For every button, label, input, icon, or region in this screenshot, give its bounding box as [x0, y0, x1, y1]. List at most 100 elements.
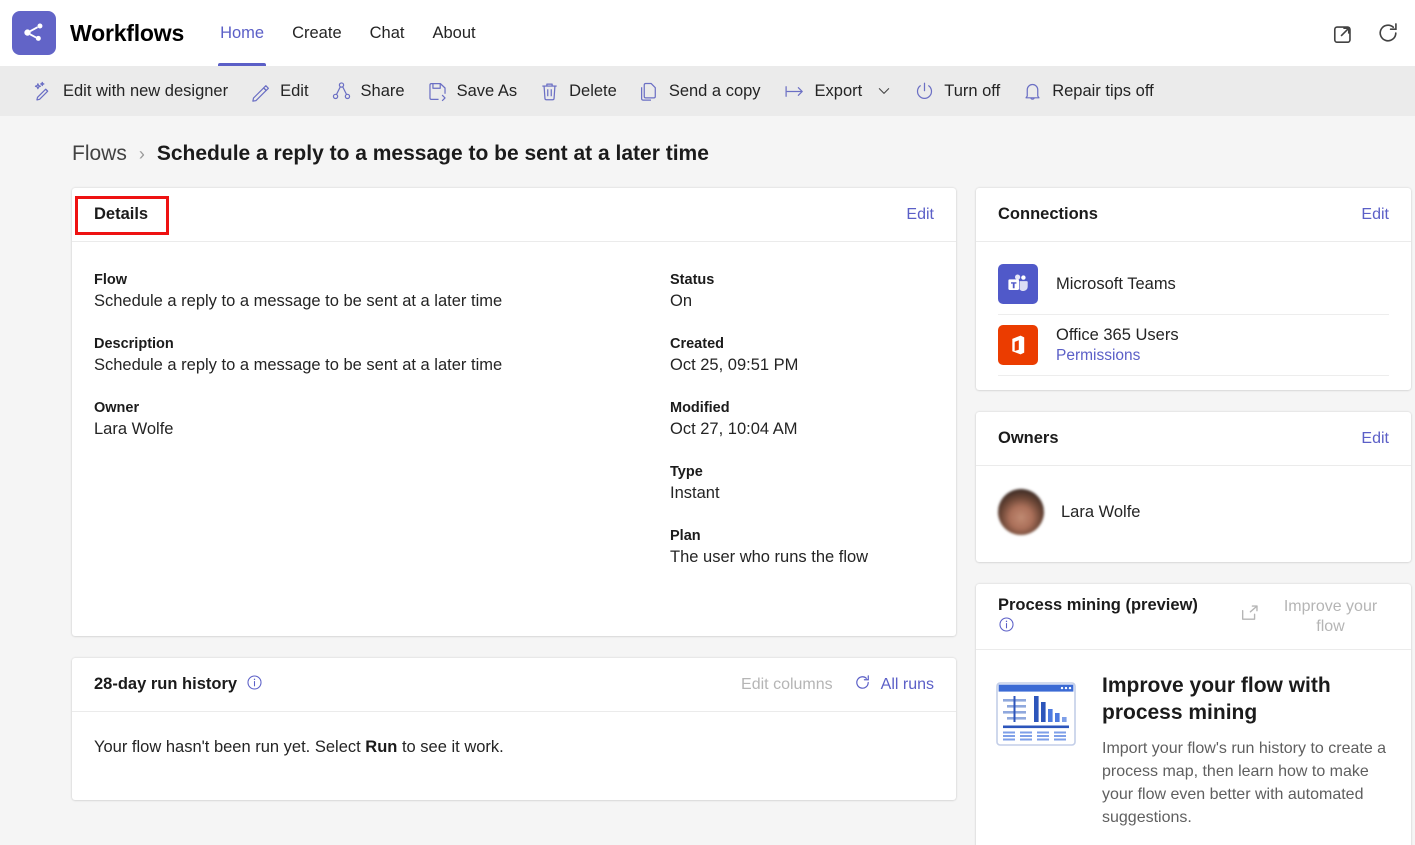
owners-card-title: Owners: [998, 429, 1059, 447]
field-value: Oct 27, 10:04 AM: [670, 420, 798, 438]
field-plan: Plan The user who runs the flow: [670, 528, 934, 567]
workflow-share-nodes-icon: [12, 11, 56, 55]
process-mining-card-title: Process mining (preview): [998, 596, 1198, 615]
field-label: Plan: [670, 528, 701, 544]
export-button[interactable]: Export: [772, 66, 904, 116]
empty-text-suffix: to see it work.: [397, 738, 504, 756]
nav-item-create[interactable]: Create: [278, 0, 356, 66]
pop-out-icon[interactable]: [1331, 20, 1357, 46]
connections-card-header: Connections Edit: [976, 188, 1411, 242]
bell-icon: [1022, 81, 1043, 102]
command-label: Export: [814, 81, 863, 100]
process-mining-text: Import your flow's run history to create…: [1102, 739, 1387, 827]
share-button[interactable]: Share: [320, 66, 416, 116]
edit-button[interactable]: Edit: [239, 66, 319, 116]
connections-card: Connections Edit Microsoft Teams Office …: [976, 188, 1411, 390]
field-label: Created: [670, 336, 724, 352]
connections-card-actions: Edit: [1361, 206, 1389, 224]
field-created: Created Oct 25, 09:51 PM: [670, 336, 934, 375]
command-label: Delete: [569, 81, 617, 100]
process-mining-title-wrap: Process mining (preview): [998, 595, 1198, 638]
run-history-card-header: 28-day run history Edit columns All runs: [72, 658, 956, 712]
process-mining-card-body: Improve your flow with process mining Im…: [976, 650, 1411, 845]
info-circle-icon[interactable]: [246, 674, 263, 696]
copy-icon: [639, 81, 660, 102]
edit-columns-button[interactable]: Edit columns: [741, 676, 833, 694]
process-mining-heading: Improve your flow with process mining: [1102, 674, 1331, 725]
main-nav: Home Create Chat About: [206, 0, 490, 66]
field-status: Status On: [670, 272, 934, 311]
field-value: On: [670, 292, 693, 310]
nav-item-home[interactable]: Home: [206, 0, 278, 66]
breadcrumb-separator-icon: ›: [138, 143, 145, 164]
details-card: Details Edit Flow Schedule a reply to a …: [72, 188, 956, 636]
refresh-icon[interactable]: [1375, 20, 1401, 46]
process-mining-card: Process mining (preview) Improve your fl…: [976, 584, 1411, 845]
trash-icon: [539, 81, 560, 102]
run-history-empty-state: Your flow hasn't been run yet. Select Ru…: [72, 712, 956, 800]
breadcrumb-item-flows[interactable]: Flows: [72, 142, 127, 166]
avatar: [998, 489, 1044, 535]
owners-card: Owners Edit Lara Wolfe: [976, 412, 1411, 562]
command-label: Repair tips off: [1052, 81, 1154, 100]
nav-item-about[interactable]: About: [418, 0, 489, 66]
workflows-app: Workflows Home Create Chat About Edit wi…: [0, 0, 1415, 845]
turn-off-button[interactable]: Turn off: [903, 66, 1011, 116]
empty-text-prefix: Your flow hasn't been run yet. Select: [94, 738, 366, 756]
run-history-card-title: 28-day run history: [94, 675, 238, 693]
details-right-column: Status On Created Oct 25, 09:51 PM Modif…: [670, 272, 934, 636]
field-value: Schedule a reply to a message to be sent…: [94, 356, 503, 374]
details-card-body: Flow Schedule a reply to a message to be…: [72, 242, 956, 636]
connections-edit-link[interactable]: Edit: [1361, 206, 1389, 224]
field-label: Status: [670, 272, 715, 288]
improve-your-flow-button[interactable]: Improve your flow: [1239, 597, 1389, 635]
process-mining-card-header: Process mining (preview) Improve your fl…: [976, 584, 1411, 650]
empty-text-run: Run: [365, 738, 398, 756]
repair-tips-off-button[interactable]: Repair tips off: [1011, 66, 1165, 116]
run-history-card: 28-day run history Edit columns All runs…: [72, 658, 956, 800]
list-item[interactable]: Microsoft Teams: [998, 254, 1389, 315]
microsoft-teams-icon: [998, 264, 1038, 304]
connections-card-title: Connections: [998, 205, 1098, 223]
edit-with-new-designer-button[interactable]: Edit with new designer: [22, 66, 239, 116]
all-runs-label: All runs: [880, 675, 934, 693]
nav-item-chat[interactable]: Chat: [356, 0, 419, 66]
field-label: Type: [670, 464, 703, 480]
owners-card-actions: Edit: [1361, 430, 1389, 448]
side-column: Connections Edit Microsoft Teams Office …: [976, 188, 1411, 845]
field-label: Owner: [94, 400, 140, 416]
info-circle-icon[interactable]: [998, 616, 1015, 638]
details-card-actions: Edit: [906, 206, 934, 224]
save-as-icon: [427, 81, 448, 102]
send-a-copy-button[interactable]: Send a copy: [628, 66, 772, 116]
field-value: Schedule a reply to a message to be sent…: [94, 292, 503, 310]
command-label: Send a copy: [668, 81, 761, 100]
owners-edit-link[interactable]: Edit: [1361, 430, 1389, 448]
field-flow: Flow Schedule a reply to a message to be…: [94, 272, 670, 311]
owners-list: Lara Wolfe: [976, 466, 1411, 562]
details-card-header: Details Edit: [72, 188, 956, 242]
process-report-dashboard-icon: [996, 672, 1080, 829]
command-label: Edit: [280, 81, 309, 100]
connections-list: Microsoft Teams Office 365 Users Permiss…: [976, 242, 1411, 390]
list-item[interactable]: Office 365 Users Permissions: [998, 315, 1389, 376]
connection-permissions-link[interactable]: Permissions: [1056, 347, 1179, 365]
command-bar: Edit with new designer Edit Share Save A…: [0, 66, 1415, 116]
save-as-button[interactable]: Save As: [416, 66, 529, 116]
owners-card-header: Owners Edit: [976, 412, 1411, 466]
share-icon: [331, 81, 352, 102]
details-left-column: Flow Schedule a reply to a message to be…: [94, 272, 670, 636]
main-column: Details Edit Flow Schedule a reply to a …: [72, 188, 956, 800]
details-edit-link[interactable]: Edit: [906, 206, 934, 224]
pencil-icon: [250, 81, 271, 102]
chevron-down-icon[interactable]: [876, 83, 892, 99]
field-owner: Owner Lara Wolfe: [94, 400, 670, 439]
export-arrow-icon: [783, 81, 806, 102]
all-runs-button[interactable]: All runs: [853, 673, 934, 697]
power-icon: [914, 81, 935, 102]
command-label: Turn off: [944, 81, 1001, 100]
app-title: Workflows: [70, 19, 185, 46]
connection-text: Microsoft Teams: [1056, 275, 1176, 294]
delete-button[interactable]: Delete: [528, 66, 628, 116]
field-type: Type Instant: [670, 464, 934, 503]
